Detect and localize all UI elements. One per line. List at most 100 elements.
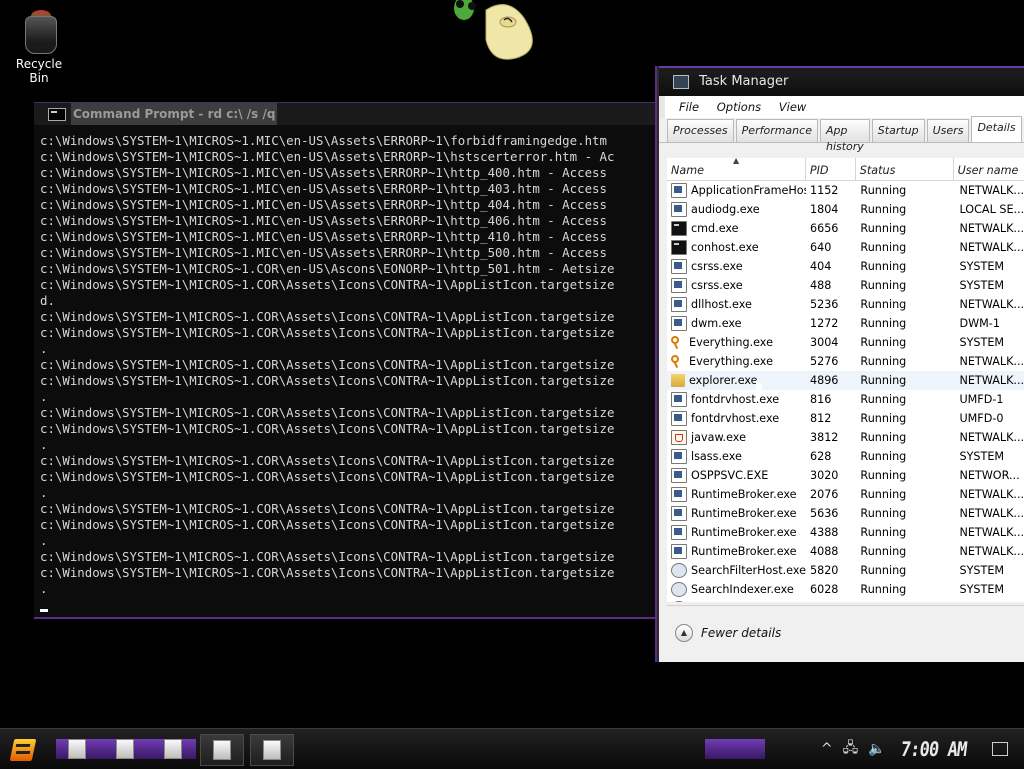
process-name-cell: RuntimeBroker.exe xyxy=(667,525,806,540)
process-user: NETWALK... xyxy=(955,184,1024,197)
table-row[interactable]: explorer.exe4896RunningNETWALK... xyxy=(667,371,1024,390)
process-status: Running xyxy=(858,317,955,330)
process-name-cell: javaw.exe xyxy=(667,430,806,445)
process-name: javaw.exe xyxy=(691,431,746,444)
table-row[interactable]: fontdrvhost.exe812RunningUMFD-0 xyxy=(667,409,1024,428)
table-row[interactable]: SearchFilterHost.exe5820RunningSYSTEM xyxy=(667,561,1024,580)
process-user: NETWOR... xyxy=(955,469,1024,482)
table-row[interactable]: javaw.exe3812RunningNETWALK... xyxy=(667,428,1024,447)
table-row[interactable]: SearchIndexer.exe6028RunningSYSTEM xyxy=(667,580,1024,599)
tab-startup[interactable]: Startup xyxy=(872,119,925,142)
menu-options[interactable]: Options xyxy=(717,100,761,114)
process-user: NETWALK... xyxy=(955,298,1024,311)
process-name-cell: conhost.exe xyxy=(667,240,806,255)
table-row[interactable]: cmd.exe6656RunningNETWALK... xyxy=(667,219,1024,238)
taskbar-pinned-app-2[interactable] xyxy=(104,734,146,764)
process-pid: 5276 xyxy=(806,355,858,368)
tab-app-history[interactable]: App history xyxy=(820,119,870,142)
process-name-cell: SearchIndexer.exe xyxy=(667,582,806,597)
table-row[interactable]: SearchProtocolHost...3776RunningSYSTEM xyxy=(667,599,1024,602)
process-pid: 3020 xyxy=(806,469,858,482)
table-row[interactable]: OSPPSVC.EXE3020RunningNETWOR... xyxy=(667,466,1024,485)
process-user: SYSTEM xyxy=(955,583,1024,596)
process-pid: 640 xyxy=(806,241,858,254)
table-row[interactable]: RuntimeBroker.exe4088RunningNETWALK... xyxy=(667,542,1024,561)
window-icon xyxy=(671,468,687,483)
sort-ascending-icon: ▲ xyxy=(733,158,739,165)
process-pid: 2076 xyxy=(806,488,858,501)
tab-processes[interactable]: Processes xyxy=(667,119,734,142)
recycle-bin-desktop-icon[interactable]: Recycle Bin xyxy=(6,8,72,85)
table-row[interactable]: RuntimeBroker.exe5636RunningNETWALK... xyxy=(667,504,1024,523)
table-row[interactable]: RuntimeBroker.exe2076RunningNETWALK... xyxy=(667,485,1024,504)
menu-file[interactable]: File xyxy=(679,100,699,114)
table-row[interactable]: Everything.exe3004RunningSYSTEM xyxy=(667,333,1024,352)
taskbar-app-command-prompt[interactable] xyxy=(200,734,244,766)
table-row[interactable]: csrss.exe404RunningSYSTEM xyxy=(667,257,1024,276)
table-row[interactable]: lsass.exe628RunningSYSTEM xyxy=(667,447,1024,466)
process-name: fontdrvhost.exe xyxy=(691,412,779,425)
column-header-pid[interactable]: PID xyxy=(806,158,856,180)
process-pid: 4388 xyxy=(806,526,858,539)
menu-view[interactable]: View xyxy=(779,100,807,114)
process-status: Running xyxy=(858,222,955,235)
process-name: csrss.exe xyxy=(691,279,743,292)
console-icon xyxy=(48,108,66,121)
task-manager-titlebar[interactable]: Task Manager xyxy=(659,66,1024,96)
network-icon[interactable]: 🖧 xyxy=(843,737,859,761)
taskbar-pinned-app-3[interactable] xyxy=(152,734,194,764)
process-name: ApplicationFrameHos... xyxy=(691,184,806,197)
command-prompt-titlebar[interactable]: Command Prompt - rd c:\ /s /q xyxy=(34,103,674,125)
notifications-icon[interactable] xyxy=(992,742,1008,756)
window-icon xyxy=(671,297,687,312)
process-name: OSPPSVC.EXE xyxy=(691,469,768,482)
command-prompt-window[interactable]: Command Prompt - rd c:\ /s /q c:\Windows… xyxy=(34,102,674,619)
table-row[interactable]: fontdrvhost.exe816RunningUMFD-1 xyxy=(667,390,1024,409)
table-row[interactable]: conhost.exe640RunningNETWALK... xyxy=(667,238,1024,257)
console-line: c:\Windows\SYSTEM~1\MICROS~1.MIC\en-US\A… xyxy=(40,133,674,149)
chevron-up-icon[interactable]: ^ xyxy=(821,741,833,757)
table-row[interactable]: csrss.exe488RunningSYSTEM xyxy=(667,276,1024,295)
process-name-cell: dllhost.exe xyxy=(667,297,806,312)
tab-users[interactable]: Users xyxy=(927,119,970,142)
console-output[interactable]: c:\Windows\SYSTEM~1\MICROS~1.MIC\en-US\A… xyxy=(34,125,674,613)
process-status: Running xyxy=(858,241,955,254)
window-icon xyxy=(671,544,687,559)
taskbar-app-task-manager[interactable] xyxy=(250,734,294,766)
table-row[interactable]: dwm.exe1272RunningDWM-1 xyxy=(667,314,1024,333)
task-manager-window[interactable]: Task Manager File Options View Processes… xyxy=(657,66,1024,662)
process-pid: 1804 xyxy=(806,203,858,216)
table-row[interactable]: RuntimeBroker.exe4388RunningNETWALK... xyxy=(667,523,1024,542)
process-user: SYSTEM xyxy=(955,260,1024,273)
process-name: audiodg.exe xyxy=(691,203,760,216)
chevron-up-icon: ▲ xyxy=(675,624,693,642)
speaker-icon[interactable]: 🔈 xyxy=(868,741,885,757)
process-status: Running xyxy=(858,298,955,311)
tab-performance[interactable]: Performance xyxy=(736,119,818,142)
table-row[interactable]: Everything.exe5276RunningNETWALK... xyxy=(667,352,1024,371)
process-name: fontdrvhost.exe xyxy=(691,393,779,406)
table-row[interactable]: dllhost.exe5236RunningNETWALK... xyxy=(667,295,1024,314)
process-user: NETWALK... xyxy=(955,355,1024,368)
window-icon xyxy=(671,278,687,293)
process-pid: 5820 xyxy=(806,564,858,577)
process-pid: 5636 xyxy=(806,507,858,520)
window-icon xyxy=(671,487,687,502)
start-button[interactable] xyxy=(6,733,40,765)
process-name-cell: Everything.exe xyxy=(667,336,806,349)
console-line: . xyxy=(40,389,674,405)
fewer-details-button[interactable]: ▲ Fewer details xyxy=(675,624,781,642)
process-name: dllhost.exe xyxy=(691,298,752,311)
table-row[interactable]: audiodg.exe1804RunningLOCAL SE... xyxy=(667,200,1024,219)
column-header-user-name[interactable]: User name xyxy=(954,158,1024,180)
window-icon xyxy=(671,525,687,540)
clock[interactable]: 7:00 AM xyxy=(899,737,968,761)
task-manager-title: Task Manager xyxy=(699,74,788,89)
table-row[interactable]: ApplicationFrameHos...1152RunningNETWALK… xyxy=(667,181,1024,200)
tab-details[interactable]: Details xyxy=(971,116,1021,142)
taskbar-pinned-app-1[interactable] xyxy=(56,734,98,764)
column-header-status[interactable]: Status xyxy=(856,158,954,180)
console-cursor-line xyxy=(40,597,674,613)
console-line: c:\Windows\SYSTEM~1\MICROS~1.COR\Assets\… xyxy=(40,421,674,437)
table-header: ▲ Name PID Status User name xyxy=(667,158,1024,181)
